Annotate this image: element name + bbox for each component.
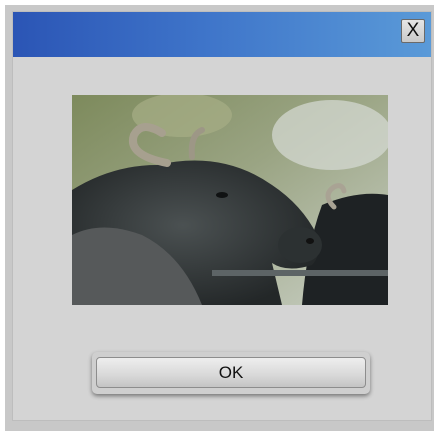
ok-button-frame: OK	[92, 352, 370, 394]
buffalo-photo	[72, 95, 388, 305]
dialog-window: X OK	[12, 11, 432, 421]
close-icon: X	[406, 20, 420, 41]
ok-button[interactable]: OK	[96, 357, 366, 388]
title-bar[interactable]: X	[13, 12, 431, 57]
ok-label: OK	[218, 362, 244, 382]
close-button[interactable]: X	[401, 19, 425, 43]
